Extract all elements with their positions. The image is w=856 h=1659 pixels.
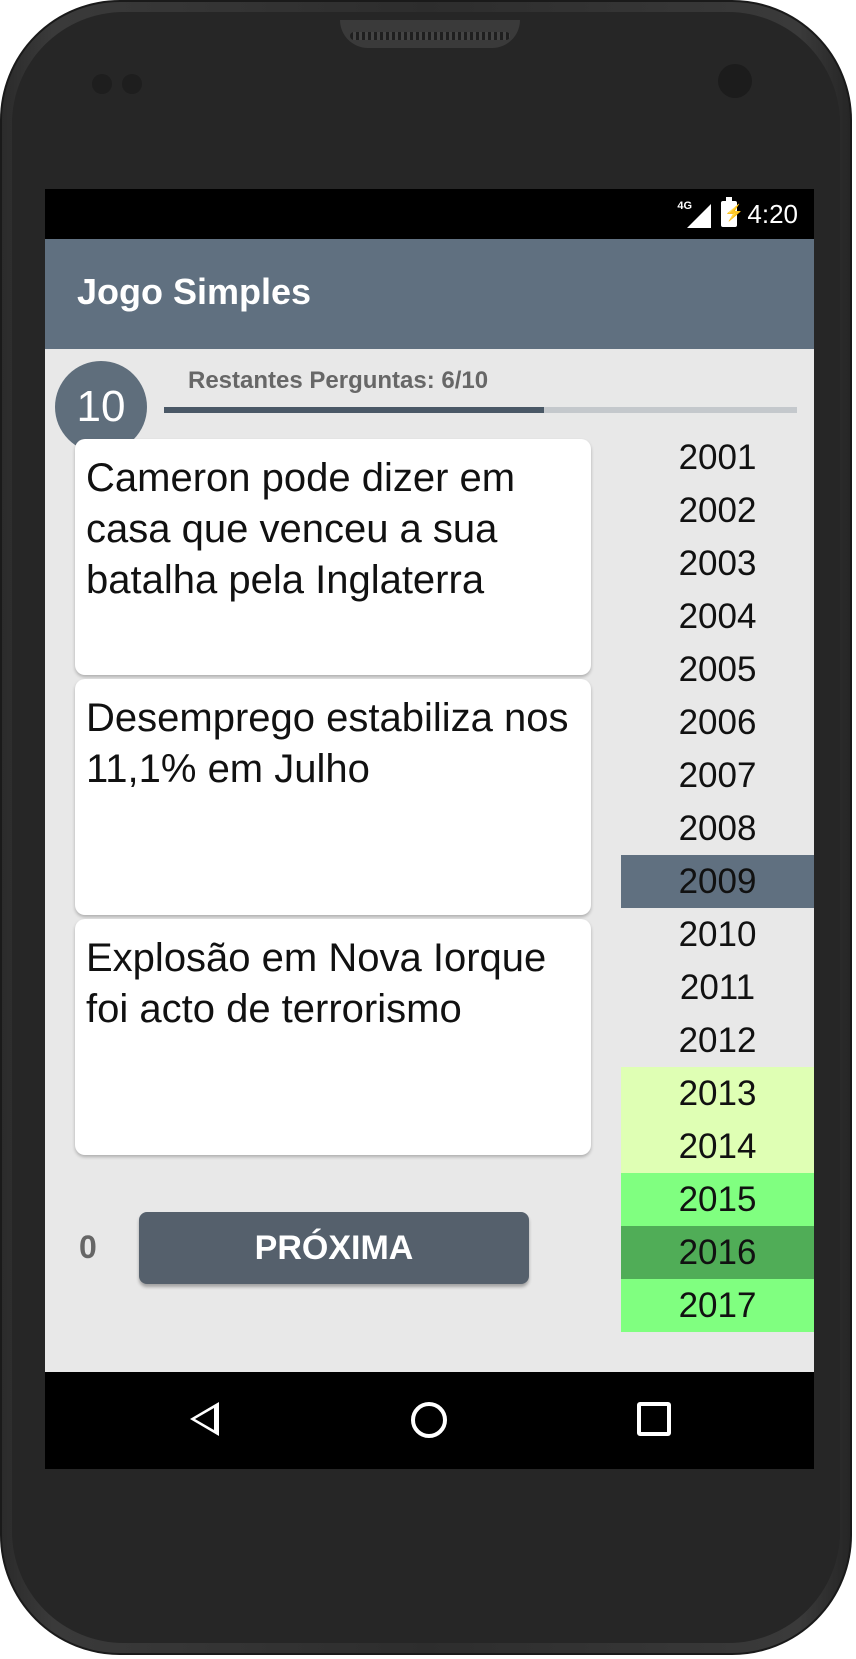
recent-apps-icon[interactable] [637,1402,671,1436]
year-option-2014[interactable]: 2014 [621,1120,814,1173]
home-icon[interactable] [411,1402,447,1438]
light-sensor [122,74,142,94]
app-title: Jogo Simples [77,271,312,312]
year-option-2010[interactable]: 2010 [621,908,814,961]
headline-card[interactable]: Cameron pode dizer em casa que venceu a … [75,439,591,675]
year-option-2003[interactable]: 2003 [621,537,814,590]
year-option-2002[interactable]: 2002 [621,484,814,537]
front-camera [718,64,752,98]
game-content: 10 Restantes Perguntas: 6/10 Cameron pod… [45,349,814,1372]
headline-card[interactable]: Desemprego estabiliza nos 11,1% em Julho [75,679,591,915]
year-option-2006[interactable]: 2006 [621,696,814,749]
headline-text: Explosão em Nova Iorque foi acto de terr… [86,936,547,1031]
headline-text: Cameron pode dizer em casa que venceu a … [86,456,516,602]
year-option-2008[interactable]: 2008 [621,802,814,855]
screen: 4G ⚡ 4:20 Jogo Simples 10 Restantes Perg… [45,189,814,1469]
year-option-2007[interactable]: 2007 [621,749,814,802]
score-value: 0 [79,1229,97,1265]
headline-text: Desemprego estabiliza nos 11,1% em Julho [86,696,569,791]
proximity-sensor [92,74,112,94]
year-option-2012[interactable]: 2012 [621,1014,814,1067]
earpiece-speaker [340,20,520,48]
year-option-2004[interactable]: 2004 [621,590,814,643]
cell-signal-icon: 4G [677,200,712,228]
headline-card[interactable]: Explosão em Nova Iorque foi acto de terr… [75,919,591,1155]
year-option-2005[interactable]: 2005 [621,643,814,696]
status-time: 4:20 [747,198,798,229]
year-option-2009[interactable]: 2009 [621,855,814,908]
battery-charging-icon: ⚡ [721,197,744,227]
year-list: 2001 2002 2003 2004 2005 2006 2007 2008 2009 2010… [621,431,814,1332]
questions-progress-bar [164,407,797,413]
year-option-2011[interactable]: 2011 [621,961,814,1014]
device-frame: 4G ⚡ 4:20 Jogo Simples 10 Restantes Perg… [0,0,852,1655]
next-button[interactable]: PRÓXIMA [139,1212,529,1284]
year-option-2015[interactable]: 2015 [621,1173,814,1226]
app-bar: Jogo Simples [45,239,814,349]
year-option-2013[interactable]: 2013 [621,1067,814,1120]
year-option-2017[interactable]: 2017 [621,1279,814,1332]
progress-fill [164,407,544,413]
remaining-questions-label: Restantes Perguntas: 6/10 [188,367,489,394]
status-bar: 4G ⚡ 4:20 [45,189,814,239]
back-icon[interactable] [190,1402,219,1436]
year-option-2001[interactable]: 2001 [621,431,814,484]
year-option-2016[interactable]: 2016 [621,1226,814,1279]
navigation-bar [45,1372,814,1469]
